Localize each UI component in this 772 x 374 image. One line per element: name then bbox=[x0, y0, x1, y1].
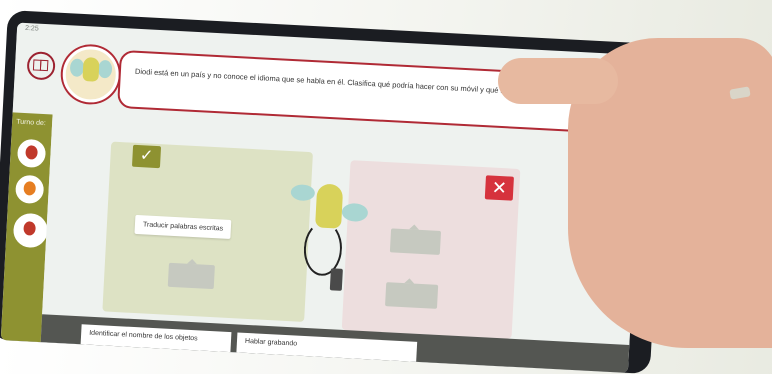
player-avatar-3[interactable] bbox=[12, 212, 49, 249]
player-avatar-2[interactable] bbox=[14, 174, 45, 205]
hand-finger bbox=[498, 58, 618, 104]
mascot-avatar bbox=[61, 44, 121, 104]
empty-slot[interactable] bbox=[389, 228, 442, 255]
status-time: 2:25 bbox=[24, 24, 39, 33]
book-icon[interactable] bbox=[26, 51, 56, 81]
hand-photo bbox=[498, 8, 772, 348]
center-mascot bbox=[290, 172, 369, 305]
empty-slot[interactable] bbox=[167, 262, 215, 290]
player-avatar-1[interactable] bbox=[16, 138, 47, 169]
tray-card[interactable]: Identificar el nombre de los objetos bbox=[80, 324, 232, 353]
phone-icon bbox=[329, 268, 343, 291]
turn-label: Turno de: bbox=[15, 118, 46, 128]
tray-card[interactable]: Hablar grabando bbox=[236, 332, 418, 362]
mascot-wing-right bbox=[97, 59, 113, 79]
check-icon: ✓ bbox=[131, 144, 162, 169]
mascot-body bbox=[82, 57, 100, 82]
empty-slot[interactable] bbox=[385, 282, 439, 309]
